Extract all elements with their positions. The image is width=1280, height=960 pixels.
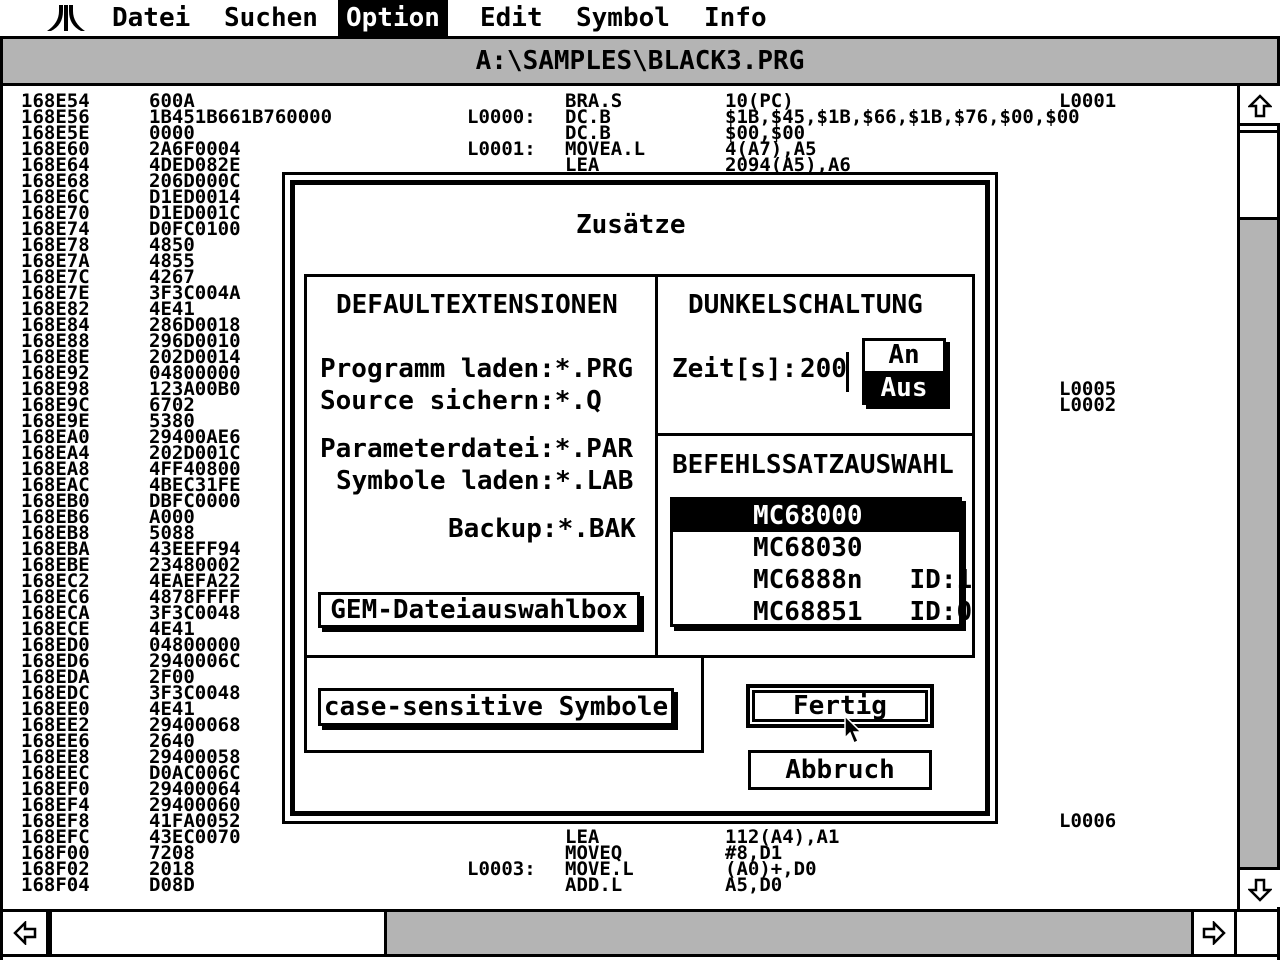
- befehl-heading: BEFEHLSSATZAUSWAHL: [672, 450, 954, 480]
- arrow-down-icon: [1246, 878, 1274, 902]
- scroll-right-button[interactable]: [1191, 912, 1237, 954]
- fertig-button[interactable]: Fertig: [746, 684, 934, 728]
- vertical-scroll-thumb[interactable]: [1240, 130, 1277, 220]
- menu-bar: Datei Suchen Option Edit Symbol Info: [0, 0, 1280, 39]
- listing-ref: L0002: [1059, 394, 1117, 416]
- menu-symbol[interactable]: Symbol: [568, 0, 678, 36]
- scroll-up-button[interactable]: [1240, 86, 1280, 126]
- menu-info[interactable]: Info: [696, 0, 775, 36]
- menu-option[interactable]: Option: [338, 0, 448, 36]
- cpu-option-list[interactable]: MC68000 MC68030 MC6888n ID:1 MC68851 ID:…: [670, 497, 972, 628]
- zeit-input[interactable]: 200: [800, 354, 847, 384]
- listing-ref: L0006: [1059, 810, 1117, 832]
- dialog-title: Zusätze: [576, 210, 686, 240]
- menu-edit[interactable]: Edit: [472, 0, 551, 36]
- listing-hex: D08D: [149, 874, 195, 895]
- zeit-label: Zeit[s]:: [672, 354, 798, 384]
- listing-label: L0003:: [467, 858, 536, 880]
- cpu-option-mc68000[interactable]: MC68000: [673, 500, 959, 532]
- vertical-scroll-track[interactable]: [1240, 130, 1277, 867]
- abbruch-button[interactable]: Abbruch: [748, 750, 932, 790]
- cpu-option-mc68030[interactable]: MC68030: [673, 532, 959, 564]
- resize-handle[interactable]: [1237, 912, 1277, 954]
- listing-opcode: LEA: [565, 154, 600, 176]
- case-sensitive-button[interactable]: case-sensitive Symbole: [318, 688, 674, 726]
- arrow-up-icon: [1246, 94, 1274, 118]
- dunkel-heading: DUNKELSCHALTUNG: [688, 290, 923, 320]
- atari-fuji-icon[interactable]: [46, 3, 86, 33]
- defaults-heading: DEFAULTEXTENSIONEN: [336, 290, 618, 320]
- symbols-load-ext[interactable]: Symbole laden:*.LAB: [336, 466, 633, 496]
- listing-label: L0000:: [467, 106, 536, 128]
- listing-address: 168F04: [21, 874, 90, 895]
- listing-opcode: ADD.L: [565, 874, 623, 895]
- program-load-ext[interactable]: Programm laden:*.PRG: [320, 354, 633, 384]
- source-save-ext[interactable]: Source sichern:*.Q: [320, 386, 602, 416]
- param-file-ext[interactable]: Parameterdatei:*.PAR: [320, 434, 633, 464]
- arrow-left-icon: [12, 919, 36, 947]
- mouse-pointer-icon: [844, 714, 863, 745]
- listing-operand: A5,D0: [725, 874, 783, 895]
- scroll-down-button[interactable]: [1240, 867, 1280, 907]
- listing-row[interactable]: 168EFC 43EC0070 LEA 112(A4),A1: [19, 828, 1235, 847]
- scroll-left-button[interactable]: [3, 912, 49, 954]
- backup-ext[interactable]: Backup:*.BAK: [448, 514, 636, 544]
- horizontal-scroll-thumb[interactable]: [49, 912, 387, 954]
- listing-operand: 2094(A5),A6: [725, 154, 851, 176]
- text-cursor: [846, 352, 849, 392]
- menu-datei[interactable]: Datei: [104, 0, 198, 36]
- dunkel-off-option[interactable]: Aus: [862, 371, 946, 405]
- vertical-scrollbar[interactable]: [1237, 86, 1280, 912]
- cpu-option-mc68851[interactable]: MC68851 ID:0: [673, 596, 972, 628]
- listing-row[interactable]: 168F02 2018 L0003: MOVE.L (A0)+,D0: [19, 858, 1235, 880]
- gem-fileselector-button[interactable]: GEM-Dateiauswahlbox: [318, 592, 640, 628]
- listing-label: L0001:: [467, 138, 536, 160]
- horizontal-scrollbar[interactable]: [3, 909, 1277, 957]
- arrow-right-icon: [1202, 919, 1226, 947]
- dunkel-on-option[interactable]: An: [862, 338, 946, 372]
- listing-row[interactable]: 168F04 D08D ADD.L A5,D0: [19, 874, 1235, 895]
- menu-suchen[interactable]: Suchen: [216, 0, 326, 36]
- listing-row[interactable]: 168E56 1B451B661B760000 L0000: DC.B $1B,$45,…: [19, 106, 1235, 128]
- window-title[interactable]: A:\SAMPLES\BLACK3.PRG: [3, 39, 1277, 86]
- cpu-option-mc6888n[interactable]: MC6888n ID:1: [673, 564, 972, 596]
